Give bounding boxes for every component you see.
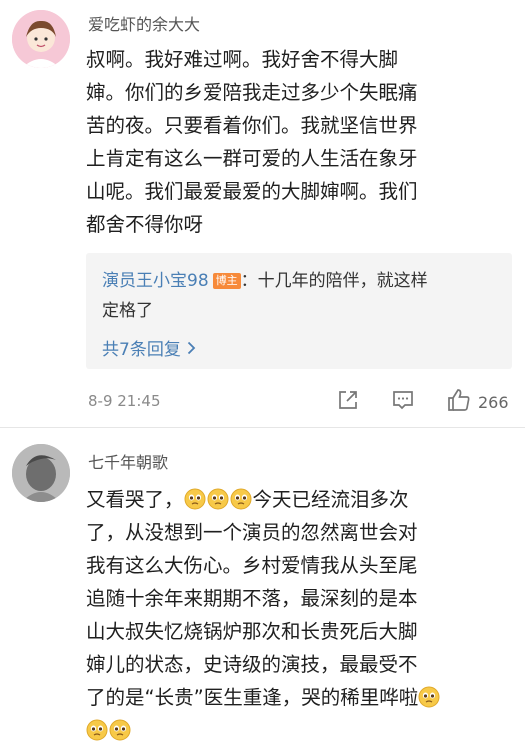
comment-text-segment: 今天已经流泪多次 <box>252 488 409 511</box>
avatar[interactable] <box>12 10 70 68</box>
comment-text-segment: 了的是“长贵”医生重逢，哭的稀里哗啦 <box>86 686 419 709</box>
timestamp: 8-9 21:45 <box>88 392 161 410</box>
like-count: 266 <box>478 392 509 412</box>
chevron-right-icon <box>187 340 196 360</box>
comment-text-line: 我有这么大伤心。乡村爱情我从头至尾 <box>86 554 418 577</box>
view-replies-label: 共7条回复 <box>102 340 181 360</box>
comment-text-line: 婶儿的状态，史诗级的演技，最最受不 <box>86 653 418 676</box>
reply-author-link[interactable]: 演员王小宝98 <box>102 271 209 291</box>
comment-text-line: 叔啊。我好难过啊。我好舍不得大脚 <box>86 48 399 71</box>
username[interactable]: 七千年朝歌 <box>88 449 168 473</box>
comment-text: 叔啊。我好难过啊。我好舍不得大脚 婶。你们的乡爱陪我走过多少个失眠痛 苦的夜。只… <box>86 43 506 241</box>
comment-text-line <box>86 714 506 743</box>
pleading-face-emoji <box>109 719 131 741</box>
reply-preview[interactable]: 演员王小宝98 博主 ：十几年的陪伴，就这样 定格了 共7条回复 <box>86 253 512 369</box>
comment-text-line: 山呢。我们最爱最爱的大脚婶啊。我们 <box>86 180 418 203</box>
thumbs-up-icon <box>446 387 472 417</box>
comment-text-line: 追随十余年来期期不落，最深刻的是本 <box>86 587 418 610</box>
avatar[interactable] <box>12 444 70 502</box>
comment-text-line: 山大叔失忆烧锅炉那次和长贵死后大脚 <box>86 620 418 643</box>
comment-text-segment: 又看哭了， <box>86 488 184 511</box>
pleading-face-emoji <box>230 488 252 510</box>
reply-line: 演员王小宝98 博主 ：十几年的陪伴，就这样 <box>102 268 428 294</box>
comment-item: 七千年朝歌 又看哭了， 今天已经流泪多次 了，从没想到一个演员的忽然离世会对 我有… <box>0 428 525 743</box>
comment-text-line: 了的是“长贵”医生重逢，哭的稀里哗啦 <box>86 681 506 714</box>
reply-text-cont: 定格了 <box>102 301 153 321</box>
author-badge: 博主 <box>212 273 241 289</box>
comment-text: 又看哭了， 今天已经流泪多次 了，从没想到一个演员的忽然离世会对 我有这么大伤心。… <box>86 483 506 743</box>
comment-text-line: 都舍不得你呀 <box>86 213 204 236</box>
view-replies-link[interactable]: 共7条回复 <box>102 335 196 360</box>
comment-button[interactable] <box>391 388 415 416</box>
username[interactable]: 爱吃虾的余大大 <box>88 11 200 35</box>
comment-item: 爱吃虾的余大大 叔啊。我好难过啊。我好舍不得大脚 婶。你们的乡爱陪我走过多少个失… <box>0 0 525 428</box>
share-button[interactable] <box>336 388 360 416</box>
pleading-face-emoji <box>184 488 206 510</box>
comment-text-line: 苦的夜。只要看着你们。我就坚信世界 <box>86 114 418 137</box>
comment-text-line: 上肯定有这么一群可爱的人生活在象牙 <box>86 147 418 170</box>
pleading-face-emoji <box>86 719 108 741</box>
reply-text: ：十几年的陪伴，就这样 <box>240 271 428 291</box>
comment-text-line: 了，从没想到一个演员的忽然离世会对 <box>86 521 418 544</box>
share-icon <box>336 388 360 416</box>
pleading-face-emoji <box>418 686 440 708</box>
comment-text-line: 又看哭了， 今天已经流泪多次 <box>86 483 506 516</box>
comment-icon <box>391 388 415 416</box>
comment-text-line: 婶。你们的乡爱陪我走过多少个失眠痛 <box>86 81 418 104</box>
pleading-face-emoji <box>207 488 229 510</box>
like-button[interactable]: 266 <box>446 388 509 416</box>
